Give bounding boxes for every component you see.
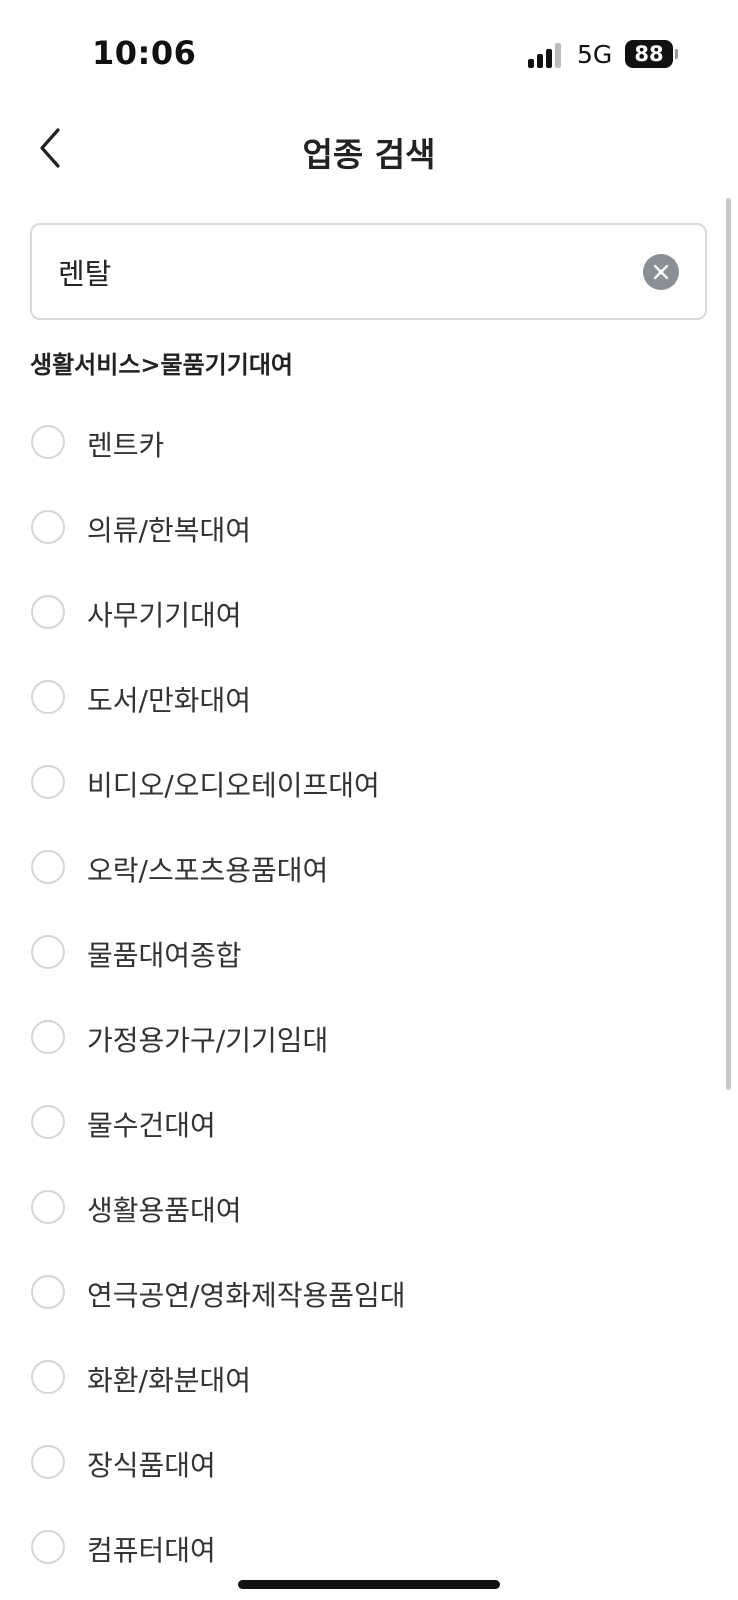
status-time: 10:06 [92, 34, 197, 72]
radio-button[interactable] [31, 425, 65, 459]
battery-tip [675, 49, 678, 59]
option-label: 생활용품대여 [87, 1194, 242, 1227]
radio-button[interactable] [31, 1360, 65, 1394]
clear-search-button[interactable] [643, 254, 679, 290]
list-item[interactable]: 비디오/오디오테이프대여 [0, 740, 738, 825]
option-label: 오락/스포츠용품대여 [87, 854, 329, 887]
header: 업종 검색 [0, 110, 738, 190]
list-item[interactable]: 생활용품대여 [0, 1165, 738, 1250]
list-item[interactable]: 도서/만화대여 [0, 655, 738, 740]
option-label: 컴퓨터대여 [87, 1534, 216, 1567]
option-label: 물수건대여 [87, 1109, 216, 1142]
radio-button[interactable] [31, 1105, 65, 1139]
option-label: 연극공연/영화제작용품임대 [87, 1279, 406, 1312]
list-item[interactable]: 물수건대여 [0, 1080, 738, 1165]
option-label: 물품대여종합 [87, 939, 242, 972]
option-label: 화환/화분대여 [87, 1364, 251, 1397]
network-label: 5G [577, 40, 613, 69]
radio-button[interactable] [31, 1445, 65, 1479]
option-label: 도서/만화대여 [87, 684, 251, 717]
list-item[interactable]: 컴퓨터대여 [0, 1505, 738, 1590]
radio-button[interactable] [31, 1190, 65, 1224]
options-list: 렌트카의류/한복대여사무기기대여도서/만화대여비디오/오디오테이프대여오락/스포… [0, 400, 738, 1590]
list-item[interactable]: 화환/화분대여 [0, 1335, 738, 1420]
option-label: 사무기기대여 [87, 599, 242, 632]
list-item[interactable]: 가정용가구/기기임대 [0, 995, 738, 1080]
page-title: 업종 검색 [302, 135, 436, 174]
list-item[interactable]: 오락/스포츠용품대여 [0, 825, 738, 910]
radio-button[interactable] [31, 680, 65, 714]
list-item[interactable]: 물품대여종합 [0, 910, 738, 995]
list-item[interactable]: 사무기기대여 [0, 570, 738, 655]
radio-button[interactable] [31, 935, 65, 969]
signal-icon [528, 42, 564, 68]
status-bar: 10:06 5G 88 [0, 0, 738, 100]
battery-icon: 88 [625, 40, 673, 68]
home-indicator[interactable] [238, 1580, 500, 1589]
list-item[interactable]: 장식품대여 [0, 1420, 738, 1505]
option-label: 렌트카 [87, 429, 165, 462]
radio-button[interactable] [31, 595, 65, 629]
clear-icon [653, 264, 669, 280]
radio-button[interactable] [31, 1275, 65, 1309]
category-heading: 생활서비스>물품기기대여 [30, 351, 293, 379]
list-item[interactable]: 의류/한복대여 [0, 485, 738, 570]
option-label: 의류/한복대여 [87, 514, 251, 547]
option-label: 비디오/오디오테이프대여 [87, 769, 380, 802]
list-item[interactable]: 연극공연/영화제작용품임대 [0, 1250, 738, 1335]
radio-button[interactable] [31, 1530, 65, 1564]
radio-button[interactable] [31, 765, 65, 799]
radio-button[interactable] [31, 510, 65, 544]
radio-button[interactable] [31, 850, 65, 884]
radio-button[interactable] [31, 1020, 65, 1054]
option-label: 가정용가구/기기임대 [87, 1024, 329, 1057]
list-item[interactable]: 렌트카 [0, 400, 738, 485]
search-input[interactable] [58, 249, 618, 295]
search-box [30, 223, 707, 320]
option-label: 장식품대여 [87, 1449, 216, 1482]
